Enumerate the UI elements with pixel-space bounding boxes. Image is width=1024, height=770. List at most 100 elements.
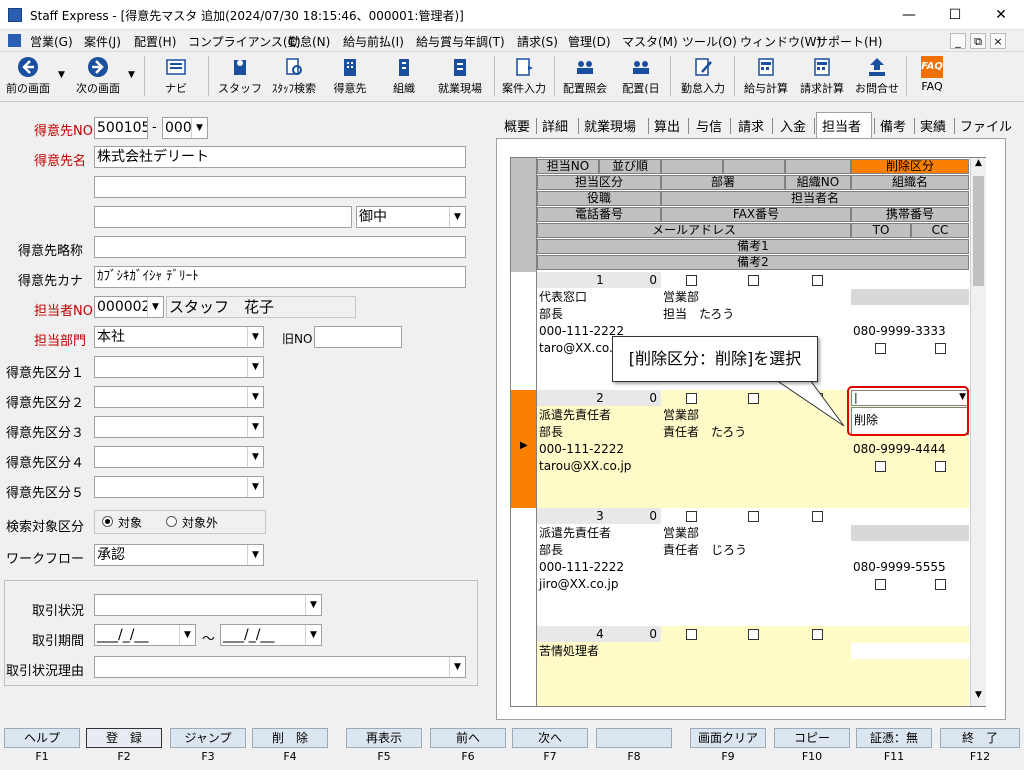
workflow-select[interactable]: 承認 ▼ [94, 544, 264, 566]
deal-status-select[interactable]: ▼ [94, 594, 322, 616]
dept-select[interactable]: 本社 ▼ [94, 326, 264, 348]
placement-daily-button[interactable]: 配置(日 [616, 54, 666, 98]
grid-scrollbar[interactable]: ▲ ▼ [970, 158, 986, 706]
fkey-delete[interactable]: 削 除 [252, 728, 328, 748]
checkbox[interactable] [748, 275, 759, 286]
class3-select[interactable]: ▼ [94, 416, 264, 438]
record-4[interactable]: 4 0 苦情処理者 [537, 626, 969, 706]
close-button[interactable]: ✕ [978, 0, 1024, 30]
record-type[interactable]: 代表窓口 [537, 289, 661, 306]
record-order[interactable]: 0 [599, 272, 661, 289]
mdi-close-button[interactable]: × [990, 33, 1006, 49]
client-short-input[interactable] [94, 236, 466, 258]
old-no-input[interactable] [314, 326, 402, 348]
record-title[interactable]: 部長 [537, 542, 661, 559]
navi-button[interactable]: ナビ [156, 54, 196, 98]
menu-master[interactable]: マスタ(M) [622, 33, 678, 50]
tab-worksite[interactable]: 就業現場 [584, 116, 636, 135]
checkbox[interactable] [812, 511, 823, 522]
forward-button[interactable]: 次の画面 [70, 54, 126, 98]
deal-reason-select[interactable]: ▼ [94, 656, 466, 678]
menu-sales[interactable]: 営業(G) [30, 33, 73, 50]
record-3[interactable]: 3 0 派遣先責任者 営業部 部長 責任者 じろう 000-111-2222 0… [537, 508, 969, 626]
client-button[interactable]: 得意先 [328, 54, 372, 98]
client-name-input[interactable]: 株式会社デリート [94, 146, 466, 168]
client-name3-input[interactable] [94, 206, 352, 228]
to-checkbox[interactable] [875, 579, 886, 590]
deal-period-to[interactable]: ___/_/__ ▼ [220, 624, 322, 646]
checkbox[interactable] [686, 511, 697, 522]
tab-results[interactable]: 実績 [920, 116, 946, 135]
fkey-exit[interactable]: 終 了 [940, 728, 1020, 748]
fkey-register[interactable]: 登 録 [86, 728, 162, 748]
tab-credit[interactable]: 与信 [696, 116, 722, 135]
back-dropdown-icon[interactable]: ▼ [58, 70, 65, 80]
menu-admin[interactable]: 管理(D) [568, 33, 611, 50]
class1-select[interactable]: ▼ [94, 356, 264, 378]
case-entry-button[interactable]: 案件入力 [498, 54, 550, 98]
menu-payroll[interactable]: 給与賞与年調(T) [416, 33, 505, 50]
cc-checkbox[interactable] [935, 343, 946, 354]
fkey-copy[interactable]: コピー [774, 728, 850, 748]
payroll-calc-button[interactable]: 給与計算 [740, 54, 792, 98]
staff-button[interactable]: スタッフ [218, 54, 262, 98]
fkey-help[interactable]: ヘルプ [4, 728, 80, 748]
menu-billing[interactable]: 請求(S) [517, 33, 558, 50]
record-title[interactable]: 部長 [537, 424, 661, 441]
record-mobile[interactable]: 080-9999-5555 [851, 559, 969, 576]
row-header-selected[interactable]: ▶ [511, 390, 537, 508]
record-mail[interactable]: jiro@XX.co.jp [537, 576, 851, 593]
forward-dropdown-icon[interactable]: ▼ [128, 70, 135, 80]
fkey-clear[interactable]: 画面クリア [690, 728, 766, 748]
scroll-down-icon[interactable]: ▼ [971, 690, 986, 706]
tab-detail[interactable]: 詳細 [542, 116, 568, 135]
organization-button[interactable]: 組織 [384, 54, 424, 98]
record-order[interactable]: 0 [599, 390, 661, 407]
tab-contact-person[interactable]: 担当者 [822, 116, 861, 135]
deal-period-from[interactable]: ___/_/__ ▼ [94, 624, 196, 646]
class4-select[interactable]: ▼ [94, 446, 264, 468]
cc-checkbox[interactable] [935, 579, 946, 590]
back-button[interactable]: 前の画面 [2, 54, 54, 98]
tab-files[interactable]: ファイル [960, 116, 1012, 135]
record-tel[interactable]: 000-111-2222 [537, 559, 661, 576]
menu-placement[interactable]: 配置(H) [134, 33, 176, 50]
tab-calculation[interactable]: 算出 [654, 116, 680, 135]
fkey-voucher[interactable]: 証憑：無 [856, 728, 932, 748]
record-type[interactable]: 苦情処理者 [537, 643, 661, 660]
fkey-prev[interactable]: 前へ [430, 728, 506, 748]
checkbox[interactable] [686, 393, 697, 404]
menu-case[interactable]: 案件(J) [84, 33, 121, 50]
checkbox[interactable] [748, 511, 759, 522]
menu-tools[interactable]: ツール(O) [682, 33, 737, 50]
record-dept[interactable]: 営業部 [661, 525, 785, 542]
client-no-sub-select[interactable]: 000 ▼ [162, 117, 208, 139]
record-dept[interactable]: 営業部 [661, 289, 785, 306]
record-type[interactable]: 派遣先責任者 [537, 407, 661, 424]
menu-attendance[interactable]: 勤怠(N) [288, 33, 330, 50]
tab-payment[interactable]: 入金 [780, 116, 806, 135]
checkbox[interactable] [686, 275, 697, 286]
row-header[interactable] [511, 508, 537, 626]
scroll-up-icon[interactable]: ▲ [971, 158, 986, 174]
to-checkbox[interactable] [875, 461, 886, 472]
record-person[interactable]: 責任者 じろう [661, 542, 851, 559]
checkbox[interactable] [812, 275, 823, 286]
tab-billing[interactable]: 請求 [738, 116, 764, 135]
record-title[interactable]: 部長 [537, 306, 661, 323]
class2-select[interactable]: ▼ [94, 386, 264, 408]
to-checkbox[interactable] [875, 343, 886, 354]
tab-overview[interactable]: 概要 [504, 116, 530, 135]
staff-search-button[interactable]: ｽﾀｯﾌ検索 [266, 54, 322, 98]
record-order[interactable]: 0 [599, 626, 661, 643]
fkey-jump[interactable]: ジャンプ [170, 728, 246, 748]
record-order[interactable]: 0 [599, 508, 661, 525]
class5-select[interactable]: ▼ [94, 476, 264, 498]
maximize-button[interactable]: ☐ [932, 0, 978, 30]
checkbox[interactable] [812, 629, 823, 640]
mdi-minimize-button[interactable]: _ [950, 33, 966, 49]
client-no-input[interactable]: 500105 [94, 117, 148, 139]
radio-target[interactable] [102, 516, 113, 527]
minimize-button[interactable]: — [886, 0, 932, 30]
fkey-refresh[interactable]: 再表示 [346, 728, 422, 748]
